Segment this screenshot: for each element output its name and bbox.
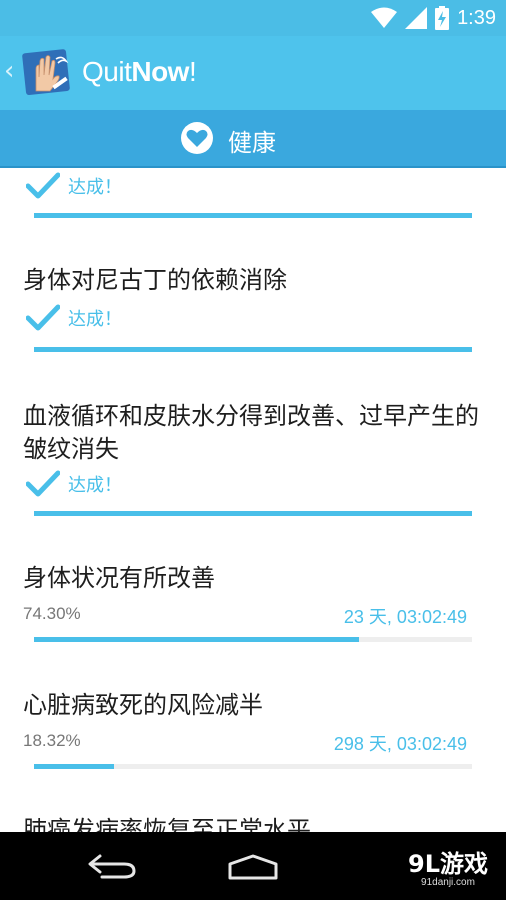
navigation-bar: 9L游戏 91danji.com [0,832,506,900]
list-item[interactable]: 身体状况有所改善 74.30% 23 天, 03:02:49 [0,560,506,650]
status-time: 1:39 [457,6,496,29]
list-item[interactable]: 身体对尼古丁的依赖消除 达成！ [0,258,506,358]
section-header: 健康 [0,110,506,168]
wifi-icon [371,7,398,28]
milestone-title: 心脏病致死的风险减半 [23,691,263,719]
achieved-label: 达成！ [68,475,122,496]
progress-fill [34,764,115,769]
back-icon[interactable] [86,852,138,880]
watermark: 9L游戏 91danji.com [408,844,488,888]
check-icon [26,304,60,331]
milestone-title: 身体对尼古丁的依赖消除 [23,266,287,294]
progress-fill [34,511,472,516]
watermark-main: 9L游戏 [408,850,488,878]
milestone-title: 血液循环和皮肤水分得到改善、过早产生的皱纹消失 [23,402,479,463]
app-title: QuitNow! [82,56,197,88]
achieved-status: 达成！ [26,172,122,200]
cell-signal-icon [405,7,428,29]
app-bar: ‹ QuitNow! [0,36,506,110]
progress-percent: 74.30% [23,604,81,623]
milestone-title: 肺癌发病率恢复至正常水平 [23,816,311,832]
list-item[interactable]: 肺癌发病率恢复至正常水平 [0,814,506,832]
check-icon [26,470,60,497]
progress-bar [34,764,472,769]
check-icon [26,172,60,199]
time-remaining: 298 天, 03:02:49 [333,734,467,754]
app-logo-icon[interactable] [22,47,72,97]
app-title-exclamation: ! [188,56,197,87]
home-icon[interactable] [226,852,280,882]
progress-fill [34,213,472,218]
progress-bar [34,637,472,642]
health-milestone-list[interactable]: 达成！ 身体对尼古丁的依赖消除 达成！ 血液循环和皮肤水分得到改善、过早产生的皱… [0,168,506,832]
list-item[interactable]: 心脏病致死的风险减半 18.32% 298 天, 03:02:49 [0,687,506,777]
list-item[interactable]: 达成！ [0,168,506,218]
progress-fill [34,347,472,352]
achieved-label: 达成！ [68,177,122,198]
progress-bar [34,511,472,516]
progress-bar [34,213,472,218]
achieved-label: 达成！ [68,309,122,330]
list-item[interactable]: 血液循环和皮肤水分得到改善、过早产生的皱纹消失 达成！ [0,396,506,516]
back-chevron-icon[interactable]: ‹ [4,58,14,84]
progress-percent: 18.32% [23,731,81,750]
milestone-title: 身体状况有所改善 [23,564,215,592]
status-icons: 1:39 [371,4,496,32]
app-title-quit: Quit [82,56,132,87]
heart-icon [181,122,213,154]
progress-bar [34,347,472,352]
achieved-status: 达成！ [26,304,122,332]
battery-charging-icon [435,6,450,30]
app-title-now: Now [131,56,189,87]
time-remaining: 23 天, 03:02:49 [343,607,467,627]
progress-fill [34,637,360,642]
achieved-status: 达成！ [26,470,122,498]
status-bar: 1:39 [0,0,506,36]
section-title: 健康 [228,129,276,157]
